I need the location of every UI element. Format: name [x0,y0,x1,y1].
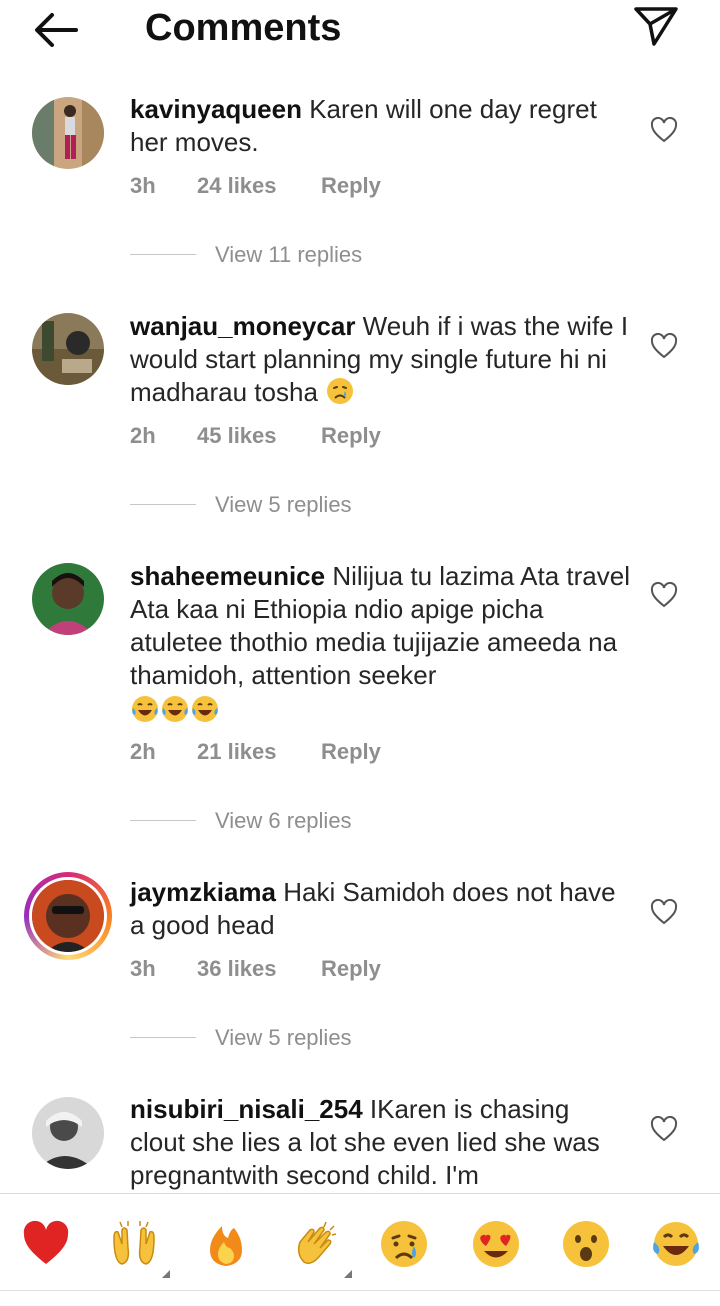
like-heart-icon[interactable] [650,116,678,143]
like-heart-icon[interactable] [650,581,678,608]
crying-face-icon [325,376,355,406]
avatar-with-story-ring[interactable] [24,872,112,960]
view-replies-label: View 5 replies [215,492,352,517]
comment-username[interactable]: nisubiri_nisali_254 [130,1094,363,1124]
comment-likes[interactable]: 24 likes [197,171,277,201]
comment-likes[interactable]: 45 likes [197,421,277,451]
comment-username[interactable]: kavinyaqueen [130,94,302,124]
like-heart-icon[interactable] [650,332,678,359]
divider [0,1290,720,1291]
quick-reactions-bar [0,1193,720,1306]
comment-username[interactable]: shaheemeunice [130,561,325,591]
red-heart-icon[interactable] [20,1218,72,1270]
comment-text: nisubiri_nisali_254 IKaren is chasing cl… [130,1093,630,1193]
tears-of-joy-icon[interactable] [650,1218,702,1270]
avatar [29,877,107,955]
view-replies-label: View 5 replies [215,1025,352,1050]
comment-time: 3h [130,956,156,981]
view-replies-label: View 6 replies [215,808,352,833]
divider [130,1037,196,1038]
comment-text: kavinyaqueen Karen will one day regret h… [130,93,630,159]
surprised-face-icon[interactable] [560,1218,612,1270]
fire-icon[interactable] [200,1218,252,1270]
comment-text: shaheemeunice Nilijua tu lazima Ata trav… [130,560,630,730]
comment-username[interactable]: jaymzkiama [130,877,276,907]
top-bar: Comments [0,0,720,58]
avatar[interactable] [32,563,104,635]
clapping-hands-icon[interactable] [290,1218,342,1270]
like-heart-icon[interactable] [650,898,678,925]
reply-button[interactable]: Reply [321,421,381,451]
tears-of-joy-icon [130,694,160,724]
paper-plane-icon[interactable] [632,4,680,48]
avatar[interactable] [32,313,104,385]
comment-time: 2h [130,739,156,764]
reply-button[interactable]: Reply [321,171,381,201]
divider [130,820,196,821]
raising-hands-icon[interactable] [108,1218,160,1270]
page-title: Comments [145,7,342,49]
avatar[interactable] [32,97,104,169]
tears-of-joy-icon [190,694,220,724]
view-replies-label: View 11 replies [215,242,363,267]
avatar[interactable] [32,1097,104,1169]
tears-of-joy-icon [160,694,190,724]
reply-button[interactable]: Reply [321,954,381,984]
skin-tone-indicator[interactable] [162,1270,170,1278]
comment-text: wanjau_moneycar Weuh if i was the wife I… [130,310,630,409]
like-heart-icon[interactable] [650,1115,678,1142]
comment-username[interactable]: wanjau_moneycar [130,311,355,341]
comment-likes[interactable]: 21 likes [197,737,277,767]
comment-time: 3h [130,173,156,198]
reply-button[interactable]: Reply [321,737,381,767]
comment-likes[interactable]: 36 likes [197,954,277,984]
heart-eyes-icon[interactable] [470,1218,522,1270]
divider [130,504,196,505]
comment-time: 2h [130,423,156,448]
arrow-left-icon[interactable] [32,10,80,50]
divider [130,254,196,255]
comment-text: jaymzkiama Haki Samidoh does not have a … [130,876,630,942]
skin-tone-indicator[interactable] [344,1270,352,1278]
crying-face-icon[interactable] [378,1218,430,1270]
